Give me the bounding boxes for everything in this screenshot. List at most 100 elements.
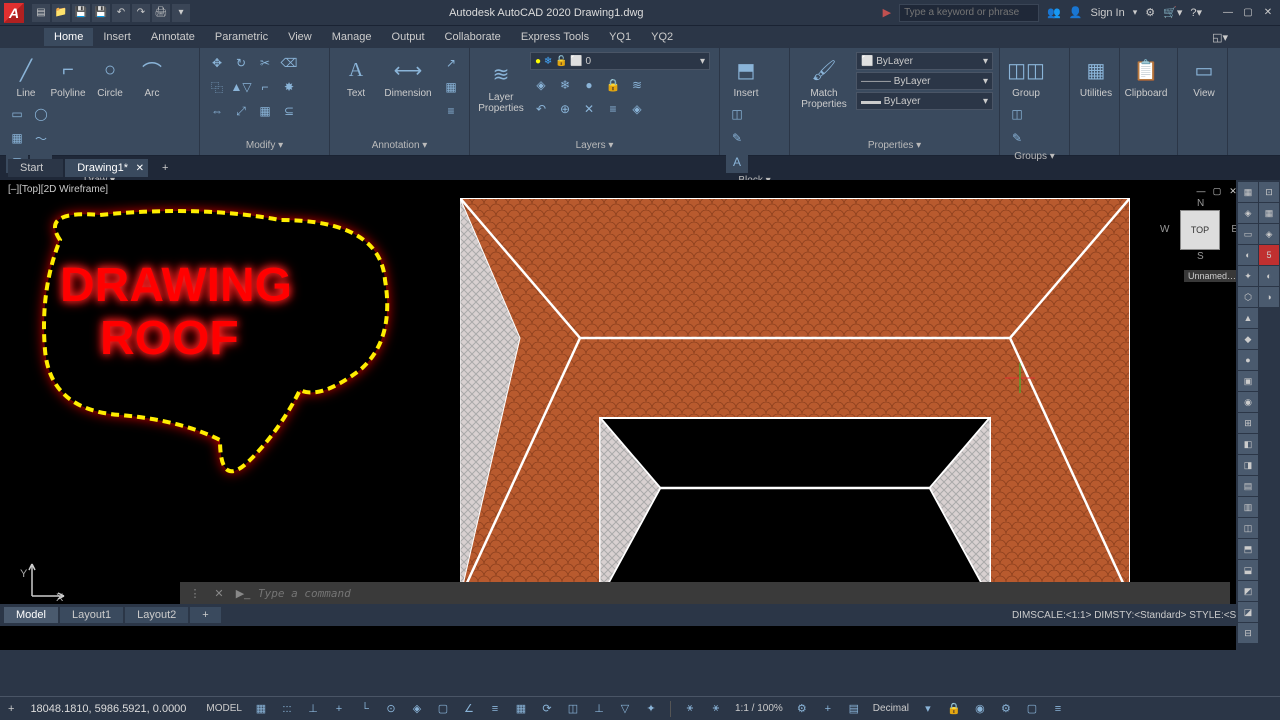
pal-icon[interactable]: ⊞ — [1238, 413, 1258, 433]
pal-icon[interactable]: ◈ — [1238, 203, 1258, 223]
pal-icon[interactable]: ◫ — [1238, 518, 1258, 538]
cycling-icon[interactable]: ⟳ — [536, 699, 558, 719]
mirror-icon[interactable]: ▲▽ — [230, 76, 252, 98]
isolate-icon[interactable]: ◉ — [969, 699, 991, 719]
ungroup-icon[interactable]: ◫ — [1006, 103, 1028, 125]
connect-icon[interactable]: 👥 — [1047, 6, 1061, 19]
filter-icon[interactable]: ▽ — [614, 699, 636, 719]
scale-icon[interactable]: ⤢ — [230, 100, 252, 122]
mtext-icon[interactable]: ≡ — [440, 100, 462, 122]
vp-max-icon[interactable]: ▢ — [1210, 184, 1224, 198]
table-icon[interactable]: ▦ — [440, 76, 462, 98]
rotate-icon[interactable]: ↻ — [230, 52, 252, 74]
layer-del-icon[interactable]: ✕ — [578, 98, 600, 120]
lineweight-icon[interactable]: ≡ — [484, 699, 506, 719]
file-tab-drawing1[interactable]: Drawing1*✕ — [65, 159, 148, 177]
erase-icon[interactable]: ⌫ — [278, 52, 300, 74]
file-tab-start[interactable]: Start — [8, 159, 63, 177]
pal-icon[interactable]: ◪ — [1238, 602, 1258, 622]
pal-icon[interactable]: ◑ — [1259, 287, 1279, 307]
viewcube[interactable]: N S E W TOP — [1170, 200, 1230, 260]
clean-screen-icon[interactable]: ▢ — [1021, 699, 1043, 719]
layer-match-icon[interactable]: ≋ — [626, 74, 648, 96]
layer-freeze-icon[interactable]: ❄ — [554, 74, 576, 96]
pal-icon[interactable]: ◈ — [1259, 224, 1279, 244]
snap-icon[interactable]: ::: — [276, 699, 298, 719]
pal-icon[interactable]: ◩ — [1238, 581, 1258, 601]
close-icon[interactable]: ✕ — [1260, 5, 1276, 21]
layout-tab-layout2[interactable]: Layout2 — [125, 607, 188, 623]
pal-icon[interactable]: ▤ — [1238, 476, 1258, 496]
linetype-combo[interactable]: ——— ByLayer▾ — [856, 72, 993, 90]
customize-icon[interactable]: ≡ — [1047, 699, 1069, 719]
maximize-icon[interactable]: ▢ — [1240, 5, 1256, 21]
pal-icon[interactable]: ▣ — [1238, 371, 1258, 391]
ducs-icon[interactable]: ⊥ — [588, 699, 610, 719]
pal-icon[interactable]: ▦ — [1238, 182, 1258, 202]
dimension-button[interactable]: ⟷ Dimension — [378, 52, 438, 101]
copy-icon[interactable]: ⿻ — [206, 76, 228, 98]
pal-icon[interactable]: ◐ — [1238, 245, 1258, 265]
circle-button[interactable]: ○ Circle — [90, 52, 130, 101]
units-icon[interactable]: ▤ — [843, 699, 865, 719]
3dosnap-icon[interactable]: ◫ — [562, 699, 584, 719]
group-edit-icon[interactable]: ✎ — [1006, 127, 1028, 149]
help-icon[interactable]: ?▾ — [1190, 6, 1202, 19]
pal-icon[interactable]: ⊟ — [1238, 623, 1258, 643]
qat-open-icon[interactable]: 📁 — [52, 4, 70, 22]
otrack-icon[interactable]: ∠ — [458, 699, 480, 719]
tab-output[interactable]: Output — [382, 28, 435, 46]
tab-close-icon[interactable]: ✕ — [136, 163, 144, 174]
anno-vis-icon[interactable]: ⚹ — [679, 699, 701, 719]
iso-icon[interactable]: ◈ — [406, 699, 428, 719]
trim-icon[interactable]: ✂ — [254, 52, 276, 74]
infer-icon[interactable]: ⊥ — [302, 699, 324, 719]
panel-annotation-label[interactable]: Annotation ▾ — [336, 138, 463, 151]
layout-tab-model[interactable]: Model — [4, 607, 58, 623]
ortho-icon[interactable]: └ — [354, 699, 376, 719]
stretch-icon[interactable]: ⇔ — [206, 100, 228, 122]
polyline-button[interactable]: ⌐ Polyline — [48, 52, 88, 101]
pal-icon[interactable]: ◉ — [1238, 392, 1258, 412]
pal-icon[interactable]: ● — [1238, 350, 1258, 370]
ribbon-expand-icon[interactable]: ◱▾ — [1212, 31, 1228, 44]
dynamic-icon[interactable]: + — [328, 699, 350, 719]
explode-icon[interactable]: ✸ — [278, 76, 300, 98]
units-label[interactable]: Decimal — [869, 703, 913, 714]
layer-merge-icon[interactable]: ⊕ — [554, 98, 576, 120]
edit-block-icon[interactable]: ✎ — [726, 127, 748, 149]
pal-icon[interactable]: ▦ — [1259, 203, 1279, 223]
osnap-icon[interactable]: ▢ — [432, 699, 454, 719]
layer-prev-icon[interactable]: ↶ — [530, 98, 552, 120]
anno-scale[interactable]: 1:1 / 100% — [731, 703, 787, 714]
array-icon[interactable]: ▦ — [254, 100, 276, 122]
pal-icon[interactable]: ◧ — [1238, 434, 1258, 454]
create-block-icon[interactable]: ◫ — [726, 103, 748, 125]
qat-save-icon[interactable]: 💾 — [72, 4, 90, 22]
vp-min-icon[interactable]: — — [1194, 184, 1208, 198]
qat-new-icon[interactable]: ▤ — [32, 4, 50, 22]
polar-icon[interactable]: ⊙ — [380, 699, 402, 719]
panel-groups-label[interactable]: Groups ▾ — [1006, 149, 1063, 162]
status-plus-icon[interactable]: + — [8, 703, 14, 715]
offset-icon[interactable]: ⊆ — [278, 100, 300, 122]
viewcube-label[interactable]: Unnamed… — [1184, 270, 1240, 282]
tab-express[interactable]: Express Tools — [511, 28, 599, 46]
pal-icon[interactable]: ▥ — [1238, 497, 1258, 517]
arc-button[interactable]: ⌒ Arc — [132, 52, 172, 101]
minimize-icon[interactable]: — — [1220, 5, 1236, 21]
fillet-icon[interactable]: ⌐ — [254, 76, 276, 98]
pal-icon[interactable]: ▭ — [1238, 224, 1258, 244]
layout-tab-add[interactable]: + — [190, 607, 220, 623]
lock-ui-icon[interactable]: 🔒 — [943, 699, 965, 719]
pal-icon[interactable]: ◆ — [1238, 329, 1258, 349]
ellipse-icon[interactable]: ◯ — [30, 103, 52, 125]
layer-iso-icon[interactable]: ◈ — [530, 74, 552, 96]
pal-icon[interactable]: ▲ — [1238, 308, 1258, 328]
utilities-button[interactable]: ▦ Utilities — [1076, 52, 1116, 101]
qat-undo-icon[interactable]: ↶ — [112, 4, 130, 22]
pal-icon[interactable]: ✦ — [1238, 266, 1258, 286]
pal-icon[interactable]: ⬒ — [1238, 539, 1258, 559]
new-tab-button[interactable]: + — [150, 159, 188, 177]
workspace-icon[interactable]: ⚙ — [791, 699, 813, 719]
